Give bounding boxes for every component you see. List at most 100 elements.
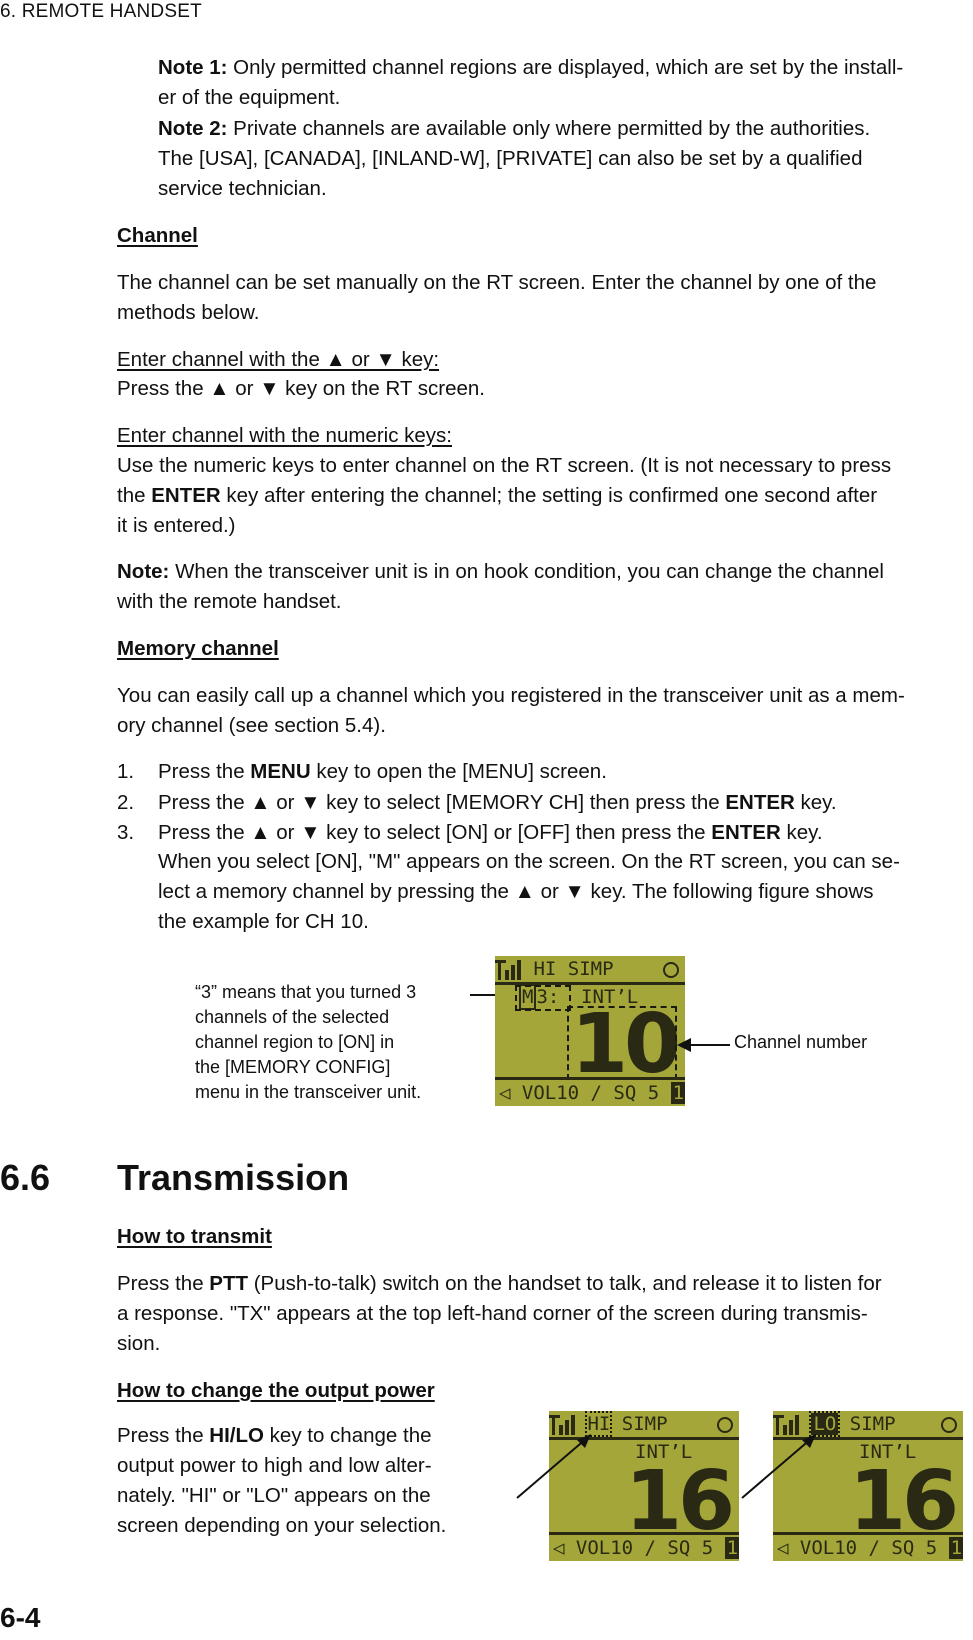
note-1-label: Note 1: bbox=[158, 56, 228, 79]
enter-key-label: ENTER bbox=[725, 791, 795, 814]
lcd-bottom-bar: ◁ VOL10 / SQ 5 1 bbox=[773, 1532, 963, 1561]
text: Press the ▲ or ▼ key to select [ON] or [… bbox=[158, 821, 712, 844]
method-updown-text: Press the ▲ or ▼ key on the RT screen. bbox=[117, 377, 485, 400]
how-to-transmit-heading: How to transmit bbox=[117, 1225, 272, 1248]
speaker-icon: ◁ bbox=[777, 1537, 789, 1559]
lcd-volume-squelch: VOL10 / SQ 5 bbox=[521, 1082, 660, 1104]
memory-channel-heading: Memory channel bbox=[117, 637, 279, 660]
method-numeric-title: Enter channel with the numeric keys: bbox=[117, 424, 452, 447]
memory-intro-2: ory channel (see section 5.4). bbox=[117, 714, 386, 737]
step-number: 3. bbox=[117, 821, 135, 844]
speaker-icon: ◁ bbox=[499, 1082, 511, 1104]
channel-heading: Channel bbox=[117, 224, 198, 247]
text: the bbox=[117, 484, 152, 507]
pointer-arrow-hi bbox=[516, 1434, 591, 1499]
power-line-1: Press the HI/LO key to change the bbox=[117, 1421, 432, 1451]
note-2-cont-2: service technician. bbox=[158, 177, 327, 200]
hilo-key-label: HI/LO bbox=[209, 1424, 264, 1447]
text: Press the bbox=[117, 1424, 210, 1447]
step-2: 2. Press the ▲ or ▼ key to select [MEMORY… bbox=[117, 788, 837, 818]
section-number: 6.6 bbox=[0, 1157, 51, 1198]
enter-key-label: ENTER bbox=[151, 484, 221, 507]
lcd-indicator: 1 bbox=[948, 1537, 963, 1559]
note-1-cont: er of the equipment. bbox=[158, 86, 341, 109]
note-label: Note: bbox=[117, 560, 170, 583]
step-3-cont-3: the example for CH 10. bbox=[158, 910, 369, 933]
text: Press the bbox=[117, 1272, 210, 1295]
callout-arrow-line bbox=[690, 1044, 730, 1046]
lcd-bottom-bar: ◁ VOL10 / SQ 5 1 bbox=[495, 1077, 685, 1106]
lcd-indicator: 1 bbox=[670, 1082, 685, 1104]
channel-note: Note: When the transceiver unit is in on… bbox=[117, 557, 884, 587]
method-updown-title: Enter channel with the ▲ or ▼ key: bbox=[117, 348, 440, 371]
ptt-label: PTT bbox=[209, 1272, 249, 1295]
lcd-indicator: 1 bbox=[724, 1537, 739, 1559]
lcd-bottom-bar: ◁ VOL10 / SQ 5 1 bbox=[549, 1532, 739, 1561]
figure-callout-left: “3” means that you turned 3 channels of … bbox=[195, 980, 421, 1105]
battery-icon bbox=[717, 1417, 733, 1433]
text: key. bbox=[794, 791, 837, 814]
battery-icon bbox=[941, 1417, 957, 1433]
transmit-line-3: sion. bbox=[117, 1332, 161, 1355]
lcd-mode: SIMP bbox=[567, 958, 614, 980]
lcd-volume-squelch: VOL10 / SQ 5 bbox=[575, 1537, 714, 1559]
callout-line: “3” means that you turned 3 bbox=[195, 982, 417, 1002]
menu-key-label: MENU bbox=[250, 760, 311, 783]
channel-intro-2: methods below. bbox=[117, 301, 260, 324]
battery-icon bbox=[663, 962, 679, 978]
step-number: 2. bbox=[117, 791, 135, 814]
text: key to change the bbox=[263, 1424, 432, 1447]
lcd-channel-number: 16 bbox=[625, 1454, 735, 1549]
text: key after entering the channel; the sett… bbox=[220, 484, 878, 507]
running-head: 6. REMOTE HANDSET bbox=[0, 1, 202, 22]
callout-line: channels of the selected bbox=[195, 1007, 390, 1027]
lcd-volume-squelch: VOL10 / SQ 5 bbox=[799, 1537, 938, 1559]
pointer-arrow-lo bbox=[741, 1434, 816, 1499]
step-number: 1. bbox=[117, 760, 135, 783]
power-line-2: output power to high and low alter- bbox=[117, 1454, 432, 1477]
text: Press the ▲ or ▼ key to select [MEMORY C… bbox=[158, 791, 726, 814]
lcd-memory-channel: HI SIMP M 3: INT’L 10 ◁ VOL10 / SQ 5 1 bbox=[495, 956, 685, 1106]
note-text: When the transceiver unit is in on hook … bbox=[169, 560, 884, 583]
text: key. bbox=[780, 821, 823, 844]
transmit-line-2: a response. "TX" appears at the top left… bbox=[117, 1302, 868, 1325]
note-2-cont-1: The [USA], [CANADA], [INLAND-W], [PRIVAT… bbox=[158, 147, 863, 170]
lcd-top-bar: HI SIMP bbox=[495, 956, 685, 985]
note-2: Note 2: Private channels are available o… bbox=[158, 114, 870, 144]
method-numeric-3: it is entered.) bbox=[117, 514, 236, 537]
note-1: Note 1: Only permitted channel regions a… bbox=[158, 53, 903, 83]
antenna-signal-icon bbox=[495, 959, 522, 980]
text: (Push-to-talk) switch on the handset to … bbox=[248, 1272, 882, 1295]
method-numeric-2: the ENTER key after entering the channel… bbox=[117, 481, 877, 511]
text: Press the bbox=[158, 760, 251, 783]
text: key to open the [MENU] screen. bbox=[310, 760, 607, 783]
page-number: 6-4 bbox=[0, 1602, 41, 1633]
lcd-channel-number: 16 bbox=[849, 1454, 959, 1549]
method-numeric-1: Use the numeric keys to enter channel on… bbox=[117, 454, 892, 477]
step-3-cont-2: lect a memory channel by pressing the ▲ … bbox=[158, 880, 874, 903]
memory-highlight-box bbox=[515, 985, 571, 1011]
step-3-cont-1: When you select [ON], "M" appears on the… bbox=[158, 850, 900, 873]
channel-highlight-box bbox=[567, 1006, 677, 1080]
callout-line: menu in the transceiver unit. bbox=[195, 1082, 422, 1102]
note-2-label: Note 2: bbox=[158, 117, 228, 140]
callout-line: the [MEMORY CONFIG] bbox=[195, 1057, 391, 1077]
enter-key-label: ENTER bbox=[711, 821, 781, 844]
callout-channel-number: Channel number bbox=[734, 1032, 868, 1052]
lcd-power: HI bbox=[533, 958, 557, 980]
power-line-3: nately. "HI" or "LO" appears on the bbox=[117, 1484, 431, 1507]
section-title: Transmission bbox=[117, 1157, 350, 1198]
power-line-4: screen depending on your selection. bbox=[117, 1514, 447, 1537]
note-2-text: Private channels are available only wher… bbox=[227, 117, 871, 140]
lcd-mode: SIMP bbox=[621, 1413, 668, 1435]
channel-note-cont: with the remote handset. bbox=[117, 590, 342, 613]
channel-intro-1: The channel can be set manually on the R… bbox=[117, 271, 877, 294]
step-1: 1. Press the MENU key to open the [MENU] … bbox=[117, 757, 607, 787]
callout-line: channel region to [ON] in bbox=[195, 1032, 395, 1052]
transmit-line-1: Press the PTT (Push-to-talk) switch on t… bbox=[117, 1269, 882, 1299]
speaker-icon: ◁ bbox=[553, 1537, 565, 1559]
arrow-left-icon bbox=[677, 1038, 691, 1052]
note-1-text: Only permitted channel regions are displ… bbox=[227, 56, 904, 79]
lcd-mode: SIMP bbox=[849, 1413, 896, 1435]
step-3: 3. Press the ▲ or ▼ key to select [ON] or… bbox=[117, 818, 823, 848]
